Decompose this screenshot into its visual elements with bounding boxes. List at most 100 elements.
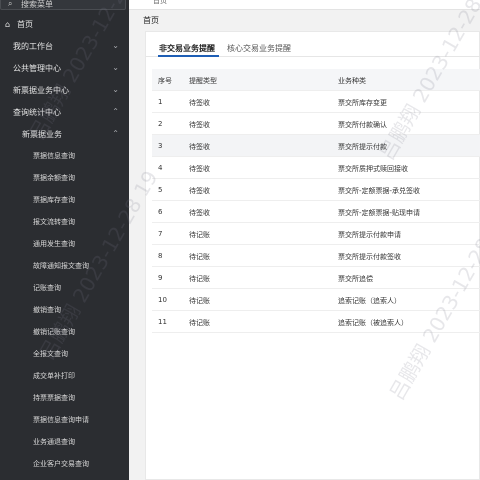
- cell-index: 2: [158, 120, 163, 128]
- table-row[interactable]: 6 待签收 票交所-定额票据-贴现申请: [152, 201, 480, 223]
- column-header-business: 业务种类: [338, 77, 366, 85]
- page-title: 首页: [143, 16, 159, 25]
- sidebar-subitem[interactable]: 报文流转查询: [0, 212, 129, 234]
- top-bar: 首页: [129, 0, 480, 10]
- sidebar: ⌕ 搜索菜单 ⌂ 首页 我的工作台 ⌄ 公共管理中心 ⌄ 新票据业务中心 ⌄ 查询…: [0, 0, 129, 480]
- sidebar-subitem-label: 票据余额查询: [33, 174, 75, 182]
- sidebar-subitem[interactable]: 记账查询: [0, 278, 129, 300]
- cell-index: 10: [158, 296, 167, 304]
- tab-non-trade-reminders[interactable]: 非交易业务提醒: [159, 43, 215, 54]
- sidebar-subitem[interactable]: 通用发生查询: [0, 234, 129, 256]
- cell-business: 票交所追偿: [338, 275, 373, 283]
- sidebar-subitem-label: 故障通知报文查询: [33, 262, 89, 270]
- column-header-index: 序号: [158, 77, 172, 85]
- table-row[interactable]: 9 待记账 票交所追偿: [152, 267, 480, 289]
- table-row[interactable]: 4 待签收 票交所质押式赎回接收: [152, 157, 480, 179]
- cell-index: 3: [158, 142, 163, 150]
- table-row[interactable]: 2 待签收 票交所付款确认: [152, 113, 480, 135]
- cell-index: 11: [158, 318, 167, 326]
- sidebar-subitem[interactable]: 企业客户交易查询: [0, 454, 129, 476]
- cell-type: 待签收: [189, 121, 210, 129]
- sidebar-subitem[interactable]: 持票票据查询: [0, 388, 129, 410]
- sidebar-item-label: 新票据业务中心: [13, 86, 69, 95]
- sidebar-subitem[interactable]: 票据信息查询申请: [0, 410, 129, 432]
- sidebar-item-public-mgmt[interactable]: 公共管理中心 ⌄: [0, 58, 129, 80]
- sidebar-item-label: 我的工作台: [13, 42, 53, 51]
- sidebar-subitem[interactable]: 业务通退查询: [0, 432, 129, 454]
- cell-business: 票交所-定额票据-承兑签收: [338, 187, 421, 195]
- cell-type: 待记账: [189, 275, 210, 283]
- cell-type: 待签收: [189, 165, 210, 173]
- cell-index: 6: [158, 208, 163, 216]
- sidebar-subitem-label: 票据信息查询申请: [33, 416, 89, 424]
- cell-business: 票交所-定额票据-贴现申请: [338, 209, 421, 217]
- sidebar-subitem-label: 全报文查询: [33, 350, 68, 358]
- chevron-up-icon: ⌃: [112, 129, 119, 138]
- cell-business: 票交所提示付款申请: [338, 231, 401, 239]
- sidebar-subitem-label: 成交单补打印: [33, 372, 75, 380]
- cell-type: 待签收: [189, 99, 210, 107]
- cell-type: 待签收: [189, 187, 210, 195]
- table-row[interactable]: 11 待记账 追索记账（被追索人）: [152, 311, 480, 333]
- sidebar-subitem[interactable]: 票据库存查询: [0, 190, 129, 212]
- chevron-down-icon: ⌄: [112, 85, 119, 94]
- reminder-panel: 非交易业务提醒 核心交易业务提醒 序号 提醒类型 业务种类 1 待签收 票交所库…: [145, 31, 480, 480]
- cell-type: 待记账: [189, 231, 210, 239]
- cell-index: 7: [158, 230, 163, 238]
- cell-index: 8: [158, 252, 163, 260]
- cell-type: 待签收: [189, 209, 210, 217]
- cell-index: 4: [158, 164, 163, 172]
- sidebar-group-label: 新票据业务: [22, 130, 62, 139]
- cell-business: 票交所提示付款签收: [338, 253, 401, 261]
- cell-business: 追索记账（被追索人）: [338, 319, 408, 327]
- cell-business: 票交所库存变更: [338, 99, 387, 107]
- tab-core-trade-reminders[interactable]: 核心交易业务提醒: [227, 43, 291, 54]
- menu-search-input[interactable]: ⌕ 搜索菜单: [0, 0, 126, 10]
- table-row[interactable]: 8 待记账 票交所提示付款签收: [152, 245, 480, 267]
- sidebar-subitem-label: 票据信息查询: [33, 152, 75, 160]
- cell-type: 待记账: [189, 319, 210, 327]
- table-row[interactable]: 5 待签收 票交所-定额票据-承兑签收: [152, 179, 480, 201]
- search-icon: ⌕: [8, 0, 13, 8]
- chevron-up-icon: ⌃: [112, 107, 119, 116]
- table-row[interactable]: 3 待签收 票交所提示付款: [152, 135, 480, 157]
- cell-business: 票交所提示付款: [338, 143, 387, 151]
- cell-business: 追索记账（追索人）: [338, 297, 401, 305]
- menu-search-placeholder: 搜索菜单: [21, 0, 53, 9]
- sidebar-item-label: 公共管理中心: [13, 64, 61, 73]
- sidebar-subitem-label: 记账查询: [33, 284, 61, 292]
- sidebar-subitem[interactable]: 故障通知报文查询: [0, 256, 129, 278]
- sidebar-subitem[interactable]: 票据余额查询: [0, 168, 129, 190]
- breadcrumb[interactable]: 首页: [153, 0, 167, 6]
- sidebar-item-label: 查询统计中心: [13, 108, 61, 117]
- sidebar-subitem-label: 撤销查询: [33, 306, 61, 314]
- sidebar-subitem[interactable]: 票据信息查询: [0, 146, 129, 168]
- sidebar-item-new-bill-center[interactable]: 新票据业务中心 ⌄: [0, 80, 129, 102]
- sidebar-group-new-bill[interactable]: 新票据业务 ⌃: [0, 124, 129, 146]
- sidebar-subitem-label: 通用发生查询: [33, 240, 75, 248]
- cell-index: 1: [158, 98, 163, 106]
- home-icon: ⌂: [5, 20, 11, 29]
- sidebar-item-workbench[interactable]: 我的工作台 ⌄: [0, 36, 129, 58]
- column-header-type: 提醒类型: [189, 77, 217, 85]
- sidebar-subitem-label: 撤销记账查询: [33, 328, 75, 336]
- table-row[interactable]: 7 待记账 票交所提示付款申请: [152, 223, 480, 245]
- sidebar-item-home[interactable]: ⌂ 首页: [0, 14, 129, 36]
- sidebar-subitem[interactable]: 撤销查询: [0, 300, 129, 322]
- sidebar-subitem-label: 企业客户交易查询: [33, 460, 89, 468]
- sidebar-subitem[interactable]: 全报文查询: [0, 344, 129, 366]
- table-row[interactable]: 1 待签收 票交所库存变更: [152, 91, 480, 113]
- sidebar-item-query-stats[interactable]: 查询统计中心 ⌃: [0, 102, 129, 124]
- chevron-down-icon: ⌄: [112, 63, 119, 72]
- sidebar-subitem[interactable]: 撤销记账查询: [0, 322, 129, 344]
- active-tab-indicator: [158, 55, 219, 57]
- sidebar-subitem-label: 持票票据查询: [33, 394, 75, 402]
- cell-type: 待记账: [189, 253, 210, 261]
- sidebar-subitem-label: 票据库存查询: [33, 196, 75, 204]
- table-row[interactable]: 10 待记账 追索记账（追索人）: [152, 289, 480, 311]
- sidebar-subitem[interactable]: 成交单补打印: [0, 366, 129, 388]
- cell-index: 5: [158, 186, 163, 194]
- cell-business: 票交所质押式赎回接收: [338, 165, 408, 173]
- tab-bar: 非交易业务提醒 核心交易业务提醒: [146, 38, 480, 57]
- cell-type: 待记账: [189, 297, 210, 305]
